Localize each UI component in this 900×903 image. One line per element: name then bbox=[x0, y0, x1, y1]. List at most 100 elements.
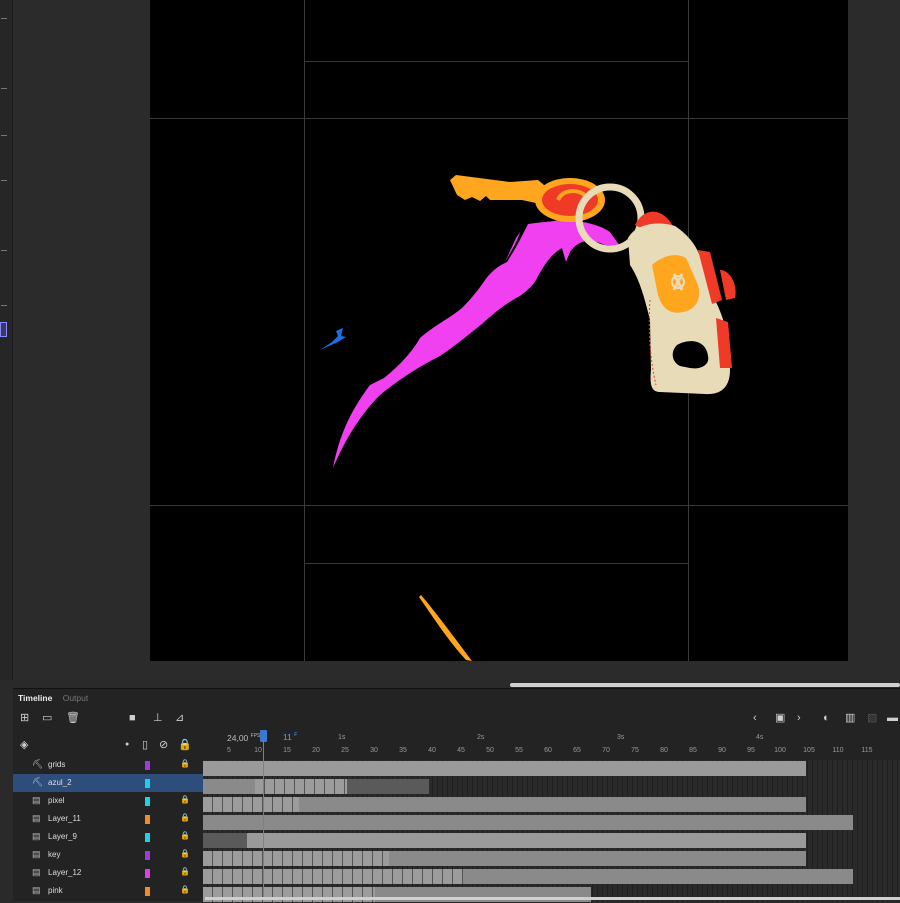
layer-row-pixel[interactable]: ▤ pixel 🔒 bbox=[13, 792, 203, 810]
ruler-tick: 25 bbox=[341, 747, 349, 754]
layer-row-grids[interactable]: ⛏ grids 🔒 bbox=[13, 756, 203, 774]
frame-span[interactable] bbox=[347, 779, 429, 794]
layer-row-Layer_12[interactable]: ▤ Layer_12 🔒 bbox=[13, 864, 203, 882]
layer-color-swatch[interactable] bbox=[145, 761, 150, 770]
layer-name[interactable]: grids bbox=[48, 760, 65, 769]
frame-span[interactable] bbox=[463, 869, 853, 884]
layers-icon: ◈ bbox=[20, 739, 29, 751]
layer-color-swatch[interactable] bbox=[145, 797, 150, 806]
edit-multiple-frames-icon[interactable]: ▥ bbox=[845, 712, 855, 724]
outline-icon[interactable]: ▯ bbox=[142, 739, 148, 751]
lock-icon[interactable]: 🔒 bbox=[180, 813, 190, 822]
layer-color-swatch[interactable] bbox=[145, 779, 150, 788]
track-Layer_11[interactable] bbox=[203, 814, 900, 831]
onion-skin-icon[interactable]: ◐ bbox=[823, 712, 830, 724]
lock-icon[interactable]: 🔒 bbox=[180, 849, 190, 858]
layer-row-pink[interactable]: ▤ pink 🔒 bbox=[13, 882, 203, 900]
layer-row-Layer_9[interactable]: ▤ Layer_9 🔒 bbox=[13, 828, 203, 846]
frame-span[interactable] bbox=[203, 833, 247, 848]
lock-icon[interactable]: 🔒 bbox=[180, 885, 190, 894]
tool-marker[interactable] bbox=[1, 18, 7, 19]
show-dot-icon[interactable]: ● bbox=[125, 739, 129, 751]
orange-stroke-shape bbox=[419, 595, 472, 661]
track-key[interactable] bbox=[203, 850, 900, 867]
tool-marker[interactable] bbox=[1, 180, 7, 181]
track-Layer_9[interactable] bbox=[203, 832, 900, 849]
tool-marker[interactable] bbox=[1, 135, 7, 136]
stage-horizontal-scrollbar[interactable] bbox=[510, 683, 900, 687]
grid-lines bbox=[150, 0, 848, 661]
track-pixel[interactable] bbox=[203, 796, 900, 813]
keyframe-span[interactable] bbox=[203, 797, 299, 812]
keyframe-span[interactable] bbox=[203, 851, 389, 866]
layer-name[interactable]: Layer_11 bbox=[48, 814, 81, 823]
active-tool-button[interactable] bbox=[0, 322, 7, 337]
layer-row-Layer_11[interactable]: ▤ Layer_11 🔒 bbox=[13, 810, 203, 828]
keyframe-span[interactable] bbox=[255, 779, 347, 794]
ruler-second-label: 2s bbox=[477, 734, 485, 741]
ruler-tick: 100 bbox=[774, 747, 786, 754]
stage-canvas[interactable] bbox=[150, 0, 848, 661]
graph-icon[interactable]: ⊿ bbox=[175, 712, 184, 724]
lock-icon[interactable]: 🔒 bbox=[180, 831, 190, 840]
layer-color-swatch[interactable] bbox=[145, 815, 150, 824]
delete-icon[interactable]: 🗑 bbox=[66, 712, 80, 724]
previous-frame-icon[interactable]: ‹ bbox=[753, 712, 757, 724]
layer-name[interactable]: Layer_12 bbox=[48, 868, 81, 877]
track-azul_2[interactable] bbox=[203, 778, 900, 795]
lock-icon[interactable]: 🔒 bbox=[180, 795, 190, 804]
lock-all-icon[interactable]: 🔒 bbox=[178, 739, 192, 751]
parenting-icon[interactable]: ⊥ bbox=[153, 712, 163, 724]
frame-span[interactable] bbox=[247, 833, 806, 848]
layer-color-swatch[interactable] bbox=[145, 887, 150, 896]
lock-icon[interactable]: 🔒 bbox=[180, 759, 190, 768]
frame-ruler[interactable]: 5 10 15 20 25 30 35 40 45 50 55 60 65 70 75 80 85 90 95 100… bbox=[203, 730, 900, 760]
frame-span[interactable] bbox=[389, 851, 806, 866]
camera-icon[interactable]: ■ bbox=[129, 712, 136, 724]
next-frame-icon[interactable]: › bbox=[797, 712, 801, 724]
tool-marker[interactable] bbox=[1, 305, 7, 306]
layer-name[interactable]: key bbox=[48, 850, 60, 859]
stop-icon[interactable]: ▣ bbox=[775, 712, 785, 724]
tool-marker[interactable] bbox=[1, 250, 7, 251]
frame-tracks[interactable] bbox=[203, 760, 900, 903]
ruler-tick: 50 bbox=[486, 747, 494, 754]
playhead-line bbox=[263, 740, 264, 900]
layer-name[interactable]: Layer_9 bbox=[48, 832, 77, 841]
blue-stroke-shape bbox=[320, 328, 346, 350]
layer-row-key[interactable]: ▤ key 🔒 bbox=[13, 846, 203, 864]
layer-name[interactable]: pink bbox=[48, 886, 63, 895]
ruler-tick: 35 bbox=[399, 747, 407, 754]
tab-output[interactable]: Output bbox=[63, 693, 89, 703]
layer-name[interactable]: pixel bbox=[48, 796, 64, 805]
new-layer-icon[interactable]: ⊞ bbox=[20, 712, 29, 724]
layer-name[interactable]: azul_2 bbox=[48, 778, 72, 787]
layer-color-swatch[interactable] bbox=[145, 869, 150, 878]
keyframe-span[interactable] bbox=[203, 869, 463, 884]
layer-color-swatch[interactable] bbox=[145, 851, 150, 860]
new-folder-icon[interactable]: ▭ bbox=[42, 712, 52, 724]
layer-row-azul_2[interactable]: ⛏ azul_2 bbox=[13, 774, 203, 792]
loop-icon[interactable]: ▧ bbox=[867, 712, 877, 724]
panel-tabs: Timeline Output bbox=[18, 693, 96, 703]
track-grids[interactable] bbox=[203, 760, 900, 777]
tab-timeline[interactable]: Timeline bbox=[18, 693, 52, 703]
timeline-panel: Timeline Output ⊞ ▭ 🗑 ■ ⊥ ⊿ 24,00 FPS 11… bbox=[13, 688, 900, 903]
frame-span[interactable] bbox=[203, 761, 806, 776]
track-Layer_12[interactable] bbox=[203, 868, 900, 885]
lock-icon[interactable]: 🔒 bbox=[180, 867, 190, 876]
ruler-tick: 95 bbox=[747, 747, 755, 754]
ruler-tick: 45 bbox=[457, 747, 465, 754]
frame-span[interactable] bbox=[203, 815, 853, 830]
layer-color-swatch[interactable] bbox=[145, 833, 150, 842]
frame-span[interactable] bbox=[299, 797, 806, 812]
visibility-icon[interactable]: ⊘ bbox=[159, 739, 168, 751]
ruler-tick: 55 bbox=[515, 747, 523, 754]
tool-marker[interactable] bbox=[1, 88, 7, 89]
ruler-second-label: 1s bbox=[338, 734, 346, 741]
guide-layer-icon: ⛏ bbox=[32, 759, 44, 769]
center-frame-icon[interactable]: ▬ bbox=[887, 712, 898, 724]
frame-span[interactable] bbox=[203, 779, 255, 794]
track-pink[interactable] bbox=[203, 886, 900, 903]
ruler-tick: 105 bbox=[803, 747, 815, 754]
